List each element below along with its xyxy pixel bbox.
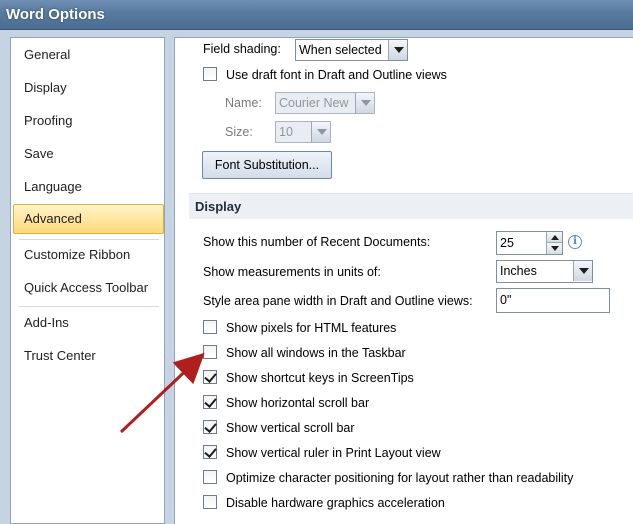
option-checkbox-horizontal-scroll[interactable] [203, 395, 217, 409]
font-name-label: Name: [225, 96, 262, 110]
field-shading-dropdown[interactable]: When selected [295, 39, 408, 61]
recent-documents-spinner[interactable]: 25 [496, 231, 563, 255]
display-section-title: Display [195, 199, 242, 214]
option-label: Show all windows in the Taskbar [226, 346, 406, 360]
window-title: Word Options [6, 6, 105, 23]
style-area-width-input[interactable]: 0" [496, 288, 610, 313]
recent-documents-label: Show this number of Recent Documents: [203, 235, 431, 249]
measurement-units-label: Show measurements in units of: [203, 265, 381, 279]
sidebar-item-general[interactable]: General [12, 40, 163, 70]
title-bar: Word Options [0, 0, 633, 30]
font-name-dropdown[interactable]: Courier New [275, 92, 375, 114]
chevron-down-icon [388, 40, 407, 60]
option-checkbox-shortcut-keys[interactable] [203, 370, 217, 384]
option-label: Show vertical scroll bar [226, 421, 355, 435]
option-checkbox-disable-hw-acceleration[interactable] [203, 495, 217, 509]
option-checkbox-show-all-windows[interactable] [203, 345, 217, 359]
option-checkbox-optimize-positioning[interactable] [203, 470, 217, 484]
sidebar-item-advanced[interactable]: Advanced [13, 204, 164, 234]
font-size-label: Size: [225, 125, 253, 139]
font-size-dropdown[interactable]: 10 [275, 121, 331, 143]
option-checkbox-vertical-scroll[interactable] [203, 420, 217, 434]
spinner-up-icon[interactable] [547, 232, 562, 243]
field-shading-label: Field shading: [203, 42, 281, 56]
measurement-units-dropdown[interactable]: Inches [496, 260, 593, 283]
font-substitution-button[interactable]: Font Substitution... [202, 151, 332, 179]
chevron-down-icon [355, 93, 374, 113]
style-area-label: Style area pane width in Draft and Outli… [203, 294, 473, 308]
sidebar-item-add-ins[interactable]: Add-Ins [12, 308, 163, 338]
info-icon[interactable]: i [568, 235, 582, 249]
option-label: Disable hardware graphics acceleration [226, 496, 445, 510]
draft-font-label: Use draft font in Draft and Outline view… [226, 68, 447, 82]
spinner-buttons[interactable] [546, 232, 562, 254]
sidebar-item-quick-access-toolbar[interactable]: Quick Access Toolbar [12, 273, 163, 303]
chevron-down-icon [573, 261, 592, 281]
option-checkbox-vertical-ruler[interactable] [203, 445, 217, 459]
option-checkbox-show-pixels[interactable] [203, 320, 217, 334]
option-label: Show horizontal scroll bar [226, 396, 370, 410]
chevron-down-icon [311, 122, 330, 142]
advanced-options-panel: Field shading: When selected Use draft f… [174, 37, 633, 524]
sidebar-item-save[interactable]: Save [12, 139, 163, 169]
option-label: Show pixels for HTML features [226, 321, 397, 335]
sidebar-item-customize-ribbon[interactable]: Customize Ribbon [12, 240, 163, 270]
option-label: Show shortcut keys in ScreenTips [226, 371, 414, 385]
option-label: Show vertical ruler in Print Layout view [226, 446, 441, 460]
sidebar-divider [19, 306, 159, 307]
sidebar-item-display[interactable]: Display [12, 73, 163, 103]
sidebar-item-language[interactable]: Language [12, 172, 163, 202]
display-section-header: Display [189, 193, 633, 219]
sidebar-item-trust-center[interactable]: Trust Center [12, 341, 163, 371]
draft-font-checkbox[interactable] [203, 67, 217, 81]
sidebar-item-proofing[interactable]: Proofing [12, 106, 163, 136]
option-label: Optimize character positioning for layou… [226, 471, 574, 485]
spinner-down-icon[interactable] [547, 243, 562, 254]
options-sidebar: General Display Proofing Save Language A… [10, 37, 165, 524]
